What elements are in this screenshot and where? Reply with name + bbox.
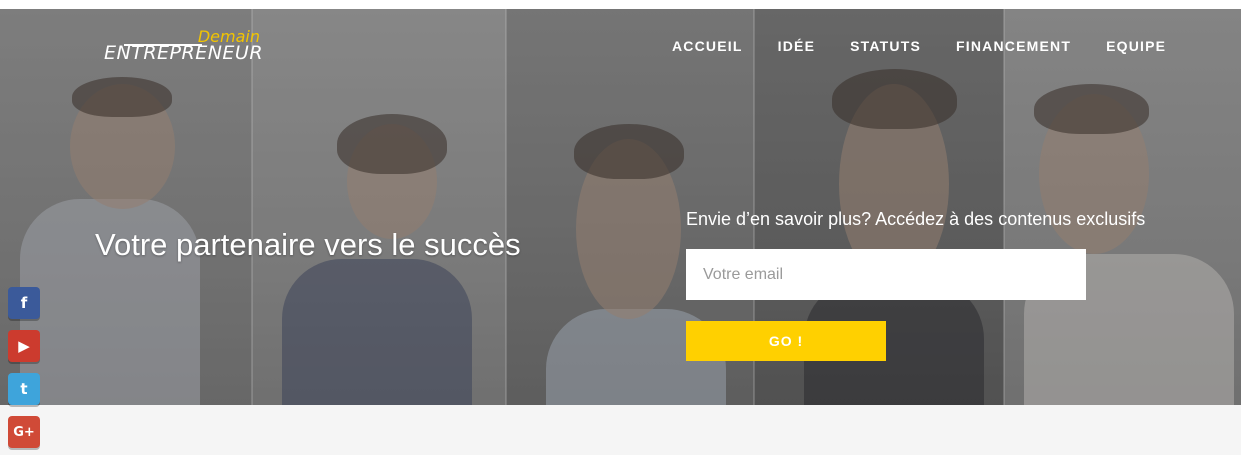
newsletter-prompt: Envie d’en savoir plus? Accédez à des co… [686,209,1146,229]
nav-item-accueil[interactable]: ACCUEIL [672,38,743,54]
logo-wordmark: ENTREPRENEUR [104,42,264,64]
social-share-bar: f ▶ t G+ [8,287,40,448]
hero-headline: Votre partenaire vers le succès [95,227,521,262]
youtube-icon: ▶ [18,337,30,355]
facebook-icon: f [20,294,28,312]
youtube-button[interactable]: ▶ [8,330,40,362]
site-logo[interactable]: Demain ENTREPRENEUR [104,27,264,67]
google-plus-icon: G+ [13,424,35,440]
go-button[interactable]: GO ! [686,321,886,361]
nav-item-financement[interactable]: FINANCEMENT [956,38,1071,54]
facebook-button[interactable]: f [8,287,40,319]
google-plus-button[interactable]: G+ [8,416,40,448]
hero-banner [0,9,1241,405]
main-nav: ACCUEIL IDÉE STATUTS FINANCEMENT EQUIPE [672,38,1166,54]
nav-item-idee[interactable]: IDÉE [778,38,815,54]
nav-item-equipe[interactable]: EQUIPE [1106,38,1166,54]
hero-dark-overlay [0,9,1241,405]
nav-item-statuts[interactable]: STATUTS [850,38,921,54]
email-input[interactable] [686,249,1086,300]
top-strip [0,0,1241,9]
twitter-button[interactable]: t [8,373,40,405]
twitter-icon: t [20,380,28,398]
